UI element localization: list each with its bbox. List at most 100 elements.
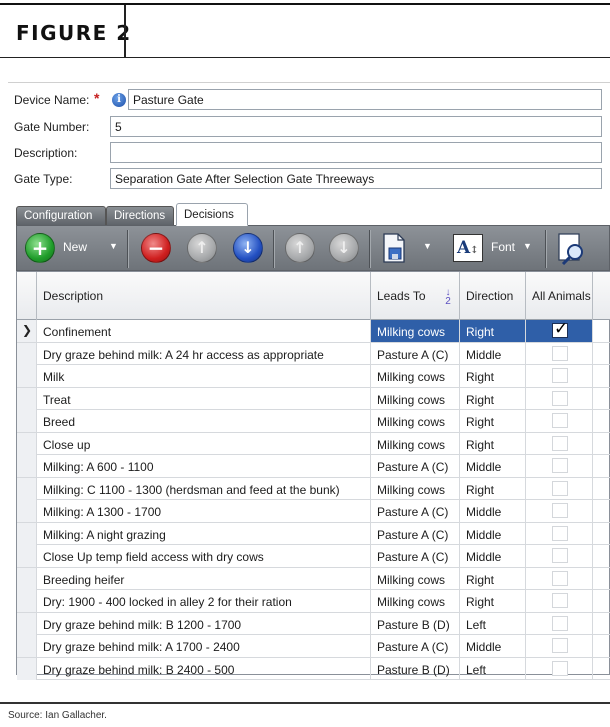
description-cell[interactable]: Close Up temp field access with dry cows — [37, 545, 371, 567]
row-indicator[interactable] — [17, 612, 37, 635]
row-indicator[interactable] — [17, 432, 37, 455]
remove-button[interactable]: − — [141, 233, 173, 265]
column-header-all-animals[interactable]: All Animals — [526, 272, 593, 320]
leads-to-cell[interactable]: Pasture B (D) — [371, 612, 460, 635]
save-button[interactable]: ▼ — [381, 233, 441, 265]
direction-cell[interactable]: Left — [460, 612, 526, 635]
direction-cell[interactable]: Right — [460, 410, 526, 432]
all-animals-checkbox[interactable] — [552, 413, 568, 428]
description-cell[interactable]: Confinement — [37, 320, 371, 342]
move-top-button[interactable]: ↑ — [285, 233, 317, 265]
new-button[interactable]: + New ▼ — [25, 233, 121, 265]
leads-to-cell[interactable]: Milking cows — [371, 410, 460, 432]
description-cell[interactable]: Milking: A night grazing — [37, 522, 371, 545]
direction-cell[interactable]: Left — [460, 657, 526, 680]
leads-to-cell[interactable]: Milking cows — [371, 320, 460, 342]
direction-cell[interactable]: Right — [460, 590, 526, 612]
move-bottom-button[interactable]: ↓ — [329, 233, 361, 265]
device-name-field[interactable]: Pasture Gate — [128, 89, 602, 110]
row-indicator[interactable] — [17, 477, 37, 500]
all-animals-checkbox[interactable] — [552, 480, 568, 496]
leads-to-cell[interactable]: Pasture A (C) — [371, 342, 460, 365]
row-indicator[interactable] — [17, 590, 37, 612]
column-header-leads-to[interactable]: Leads To ↓ 2 — [371, 272, 460, 320]
direction-cell[interactable]: Middle — [460, 545, 526, 567]
table-row[interactable]: Dry graze behind milk: A 1700 - 2400 Past… — [17, 635, 610, 658]
table-row[interactable]: Milking: C 1100 - 1300 (herdsman and fee… — [17, 477, 610, 500]
row-indicator[interactable] — [17, 500, 37, 522]
description-cell[interactable]: Milk — [37, 365, 371, 387]
row-indicator[interactable] — [17, 545, 37, 567]
direction-cell[interactable]: Middle — [460, 500, 526, 522]
all-animals-checkbox[interactable] — [552, 638, 568, 653]
leads-to-cell[interactable]: Pasture A (C) — [371, 545, 460, 567]
description-cell[interactable]: Dry graze behind milk: A 1700 - 2400 — [37, 635, 371, 657]
description-cell[interactable]: Milking: A 1300 - 1700 — [37, 500, 371, 522]
row-indicator[interactable] — [17, 635, 37, 657]
row-indicator[interactable] — [17, 657, 37, 680]
all-animals-checkbox[interactable] — [552, 345, 568, 361]
row-indicator[interactable]: ❯ — [17, 320, 37, 342]
all-animals-checkbox[interactable] — [552, 435, 568, 451]
direction-cell[interactable]: Right — [460, 320, 526, 342]
description-cell[interactable]: Dry graze behind milk: B 1200 - 1700 — [37, 612, 371, 635]
column-header-description[interactable]: Description — [37, 272, 371, 320]
font-button[interactable]: A↕ Font ▼ — [453, 233, 545, 265]
row-indicator[interactable] — [17, 455, 37, 477]
description-cell[interactable]: Close up — [37, 432, 371, 455]
leads-to-cell[interactable]: Milking cows — [371, 567, 460, 590]
description-cell[interactable]: Dry graze behind milk: B 2400 - 500 — [37, 657, 371, 680]
move-down-button[interactable]: ↓ — [233, 233, 265, 265]
all-animals-checkbox[interactable] — [552, 525, 568, 541]
table-row[interactable]: Treat Milking cows Right — [17, 387, 610, 410]
direction-cell[interactable]: Right — [460, 387, 526, 410]
leads-to-cell[interactable]: Pasture A (C) — [371, 522, 460, 545]
description-cell[interactable]: Treat — [37, 387, 371, 410]
row-indicator[interactable] — [17, 410, 37, 432]
table-row[interactable]: Breeding heifer Milking cows Right — [17, 567, 610, 590]
table-row[interactable]: Breed Milking cows Right — [17, 410, 610, 433]
tab-configuration[interactable]: Configuration — [16, 206, 106, 225]
find-button[interactable] — [557, 233, 589, 265]
all-animals-checkbox[interactable] — [552, 660, 568, 676]
description-cell[interactable]: Dry graze behind milk: A 24 hr access as… — [37, 342, 371, 365]
direction-cell[interactable]: Right — [460, 477, 526, 500]
table-row[interactable]: Milking: A 600 - 1100 Pasture A (C) Middle — [17, 455, 610, 478]
direction-cell[interactable]: Middle — [460, 455, 526, 477]
all-animals-checkbox[interactable] — [552, 570, 568, 586]
row-indicator[interactable] — [17, 522, 37, 545]
tab-decisions[interactable]: Decisions — [176, 203, 248, 226]
table-row[interactable]: Close Up temp field access with dry cows… — [17, 545, 610, 568]
all-animals-checkbox[interactable]: ✓ — [552, 320, 568, 338]
row-indicator[interactable] — [17, 365, 37, 387]
leads-to-cell[interactable]: Pasture A (C) — [371, 500, 460, 522]
direction-cell[interactable]: Middle — [460, 342, 526, 365]
move-up-button[interactable]: ↑ — [187, 233, 219, 265]
description-cell[interactable]: Breeding heifer — [37, 567, 371, 590]
gate-type-select[interactable]: Separation Gate After Selection Gate Thr… — [110, 168, 602, 189]
all-animals-checkbox[interactable] — [552, 503, 568, 518]
table-row[interactable]: Milking: A night grazing Pasture A (C) Mid… — [17, 522, 610, 545]
description-cell[interactable]: Milking: C 1100 - 1300 (herdsman and fee… — [37, 477, 371, 500]
table-row[interactable]: ❯ Confinement Milking cows Right ✓ — [17, 320, 610, 343]
all-animals-checkbox[interactable] — [552, 593, 568, 608]
description-cell[interactable]: Breed — [37, 410, 371, 432]
leads-to-cell[interactable]: Pasture A (C) — [371, 635, 460, 657]
row-indicator[interactable] — [17, 567, 37, 590]
info-icon[interactable]: i — [112, 93, 126, 107]
table-row[interactable]: Dry graze behind milk: B 2400 - 500 Pastu… — [17, 657, 610, 680]
gate-number-field[interactable]: 5 — [110, 116, 602, 137]
table-row[interactable]: Dry: 1900 - 400 locked in alley 2 for th… — [17, 590, 610, 613]
description-cell[interactable]: Milking: A 600 - 1100 — [37, 455, 371, 477]
all-animals-checkbox[interactable] — [552, 548, 568, 563]
all-animals-checkbox[interactable] — [552, 458, 568, 473]
all-animals-checkbox[interactable] — [552, 390, 568, 406]
table-row[interactable]: Dry graze behind milk: A 24 hr access as… — [17, 342, 610, 365]
description-cell[interactable]: Dry: 1900 - 400 locked in alley 2 for th… — [37, 590, 371, 612]
row-indicator[interactable] — [17, 342, 37, 365]
column-header-direction[interactable]: Direction — [460, 272, 526, 320]
direction-cell[interactable]: Middle — [460, 635, 526, 657]
leads-to-cell[interactable]: Pasture B (D) — [371, 657, 460, 680]
table-row[interactable]: Milking: A 1300 - 1700 Pasture A (C) Middl… — [17, 500, 610, 523]
leads-to-cell[interactable]: Milking cows — [371, 590, 460, 612]
